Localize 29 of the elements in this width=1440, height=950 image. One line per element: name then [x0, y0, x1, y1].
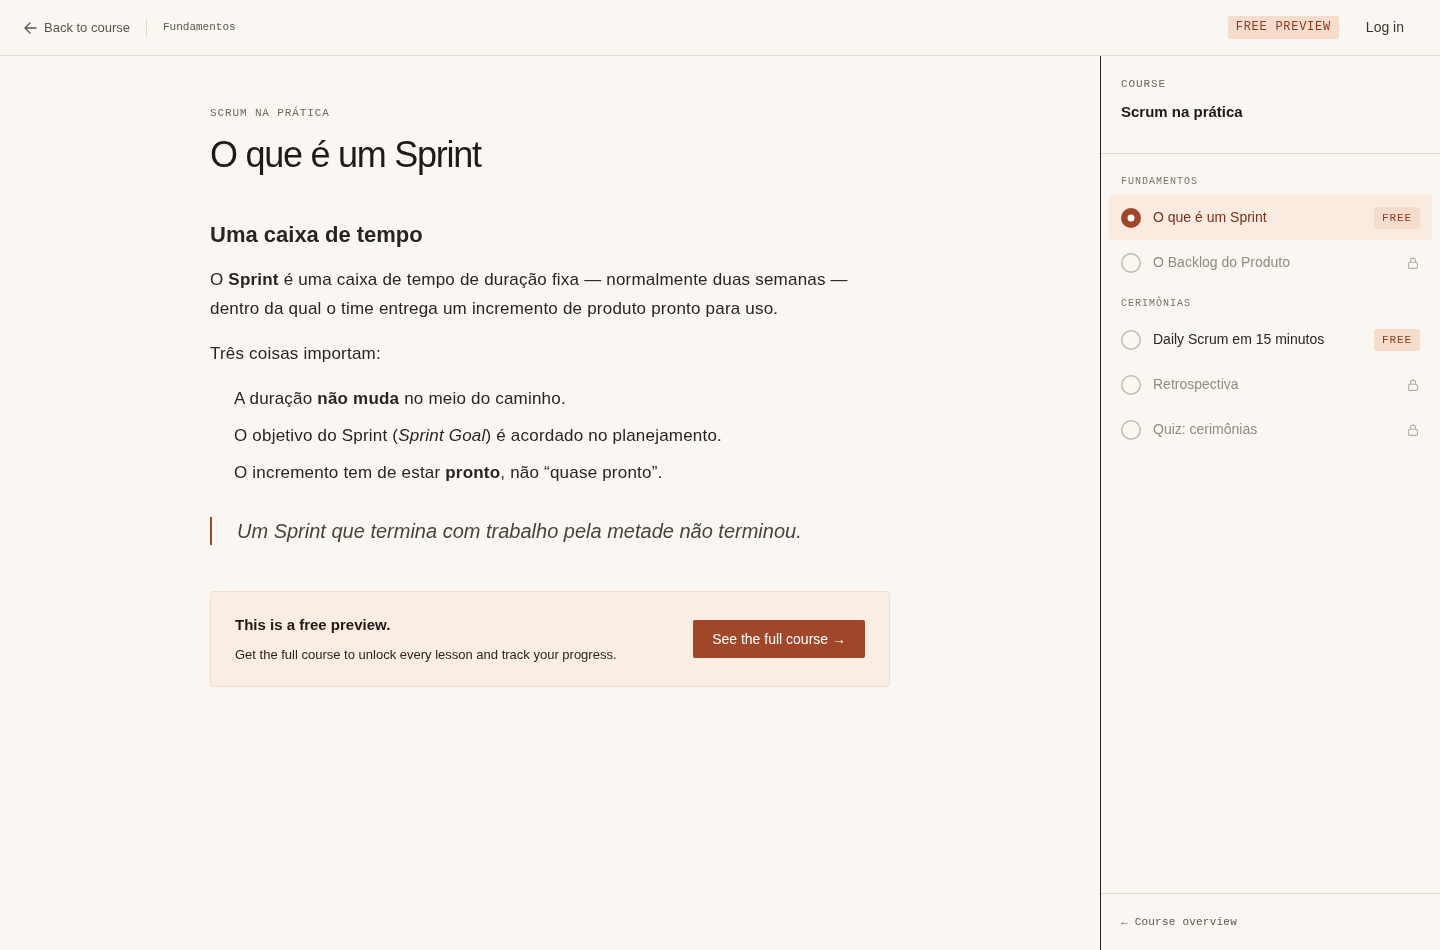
arrow-left-icon: [24, 21, 37, 34]
lock-icon: [1408, 378, 1418, 391]
course-label: COURSE: [1121, 77, 1167, 91]
lesson-eyebrow: SCRUM NA PRÁTICA: [210, 106, 331, 120]
section-label: CERIMÔNIAS: [1120, 297, 1192, 311]
upsell-title: This is a free preview.: [235, 615, 392, 635]
free-badge: FREE: [1374, 328, 1420, 351]
breadcrumb-text: Fundamentos: [163, 20, 236, 36]
lesson-item[interactable]: O que é um Sprint FREE: [1109, 195, 1432, 240]
lesson-title: O que é um Sprint: [210, 133, 483, 177]
list-item: O incremento tem de estar pronto, não “quase pronto”.: [234, 462, 664, 484]
course-title: Scrum na prática: [1121, 102, 1244, 122]
back-link[interactable]: Back to course: [24, 17, 130, 38]
free-badge: FREE: [1374, 206, 1420, 229]
full-course-button[interactable]: See the full course →: [693, 620, 865, 658]
course-overview-link[interactable]: ← Course overview: [1121, 913, 1237, 931]
paragraph: O Sprint é uma caixa de tempo de duração fixa — normalmente duas semanas — dentro da qual o time entrega um incremento de produto pronto para uso.: [210, 269, 849, 320]
section-label: FUNDAMENTOS: [1120, 175, 1199, 189]
lock-icon: [1408, 423, 1418, 436]
paragraph: Três coisas importam:: [210, 343, 382, 365]
lock-icon: [1408, 256, 1418, 269]
lesson-item[interactable]: Daily Scrum em 15 minutos FREE: [1109, 317, 1432, 362]
preview-badge: FREE PREVIEW: [1227, 16, 1339, 39]
list-item: O objetivo do Sprint (Sprint Goal) é acordado no planejamento.: [234, 425, 723, 447]
pull-quote: Um Sprint que termina com trabalho pela metade não terminou.: [210, 517, 890, 545]
upsell-text: Get the full course to unlock every lesson and track your progress.: [235, 645, 617, 664]
list-item: A duração não muda no meio do caminho.: [234, 388, 567, 410]
section-heading: Uma caixa de tempo: [210, 221, 424, 249]
login-link[interactable]: Log in: [1365, 17, 1404, 38]
